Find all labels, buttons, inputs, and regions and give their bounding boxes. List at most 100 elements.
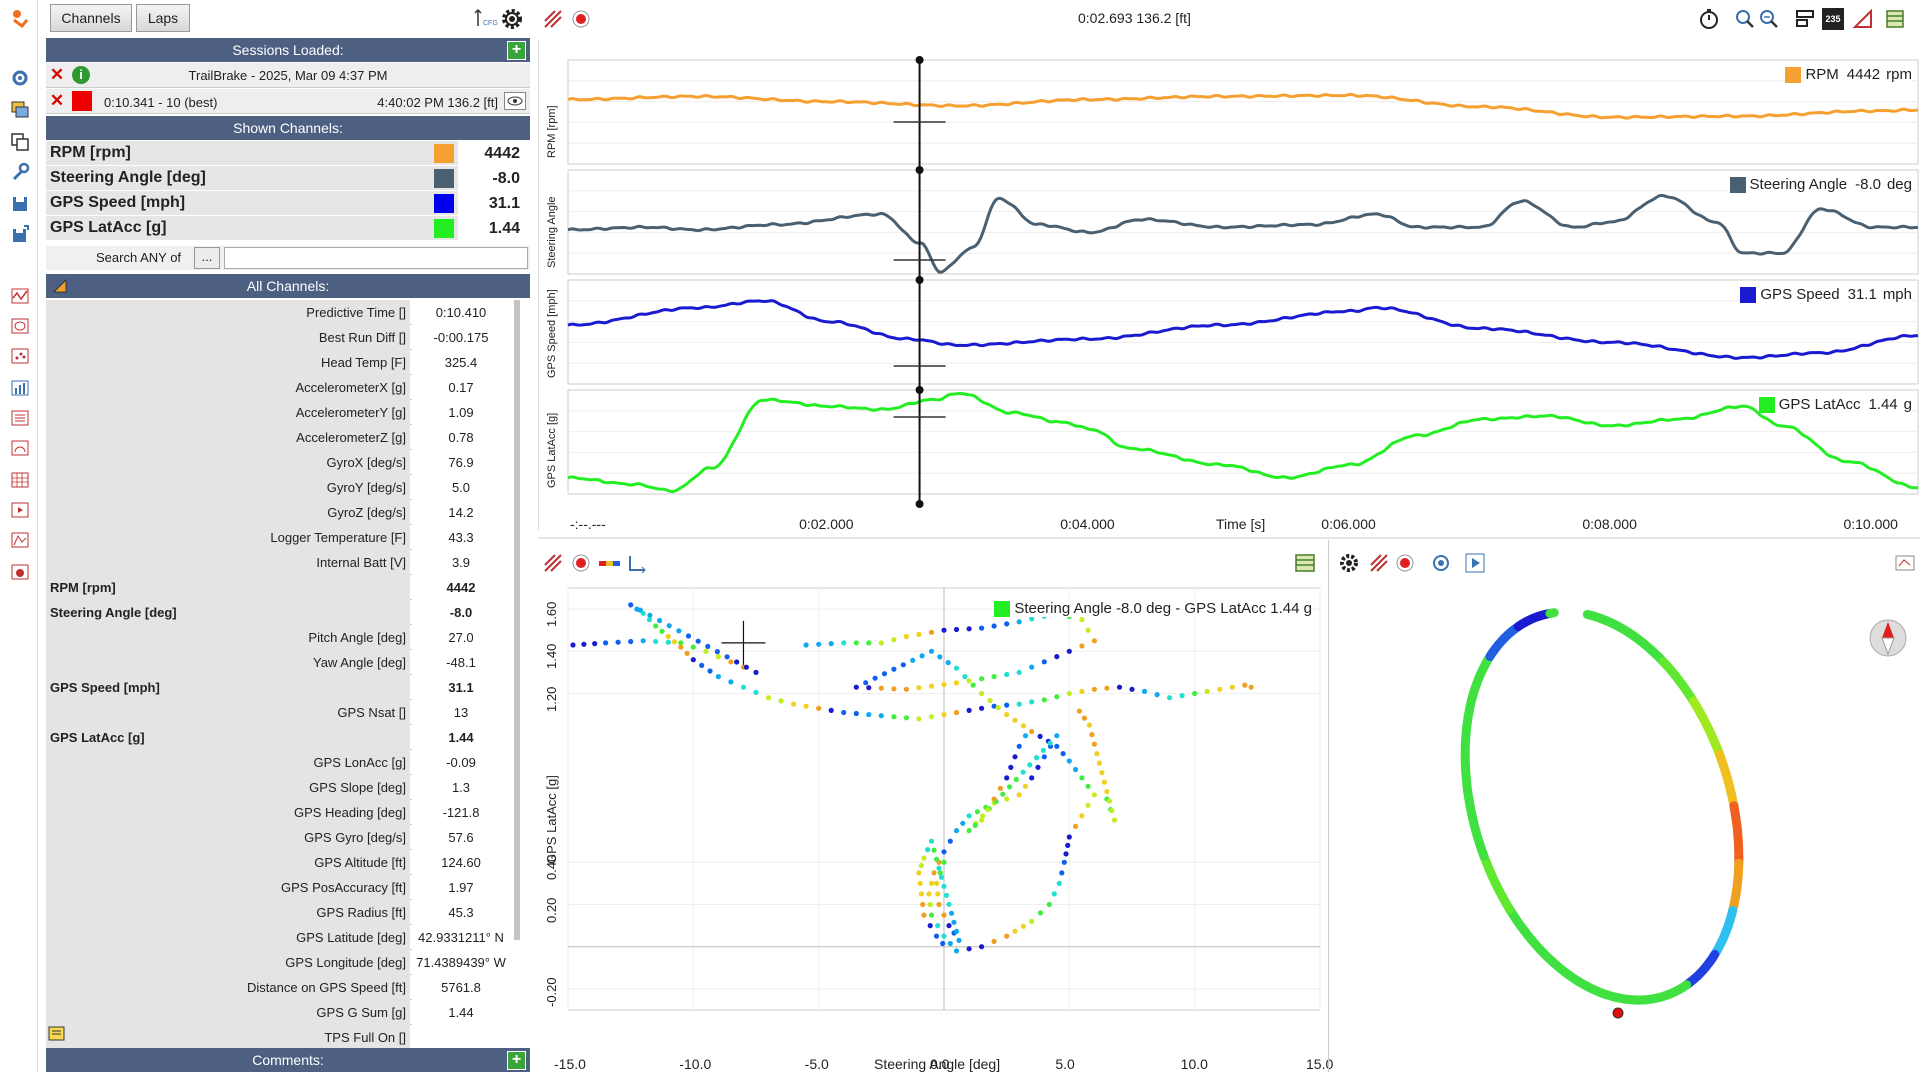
map-gear-icon[interactable] [1338, 552, 1360, 574]
tab-laps[interactable]: Laps [136, 4, 190, 32]
settings-icon[interactable] [10, 68, 30, 88]
all-channel-row[interactable]: GyroY [deg/s] 5.0 [46, 475, 510, 500]
all-channel-row[interactable]: GPS LonAcc [g] -0.09 [46, 750, 510, 775]
all-channel-row[interactable]: RPM [rpm] 4442 [46, 575, 510, 600]
tab-channels[interactable]: Channels [50, 4, 132, 32]
time-panel[interactable] [567, 389, 1919, 495]
time-panel[interactable] [567, 169, 1919, 275]
session-row[interactable]: ✕ i TrailBrake - 2025, Mar 09 4:37 PM [46, 63, 530, 88]
all-channel-row[interactable]: Predictive Time [] 0:10.410 [46, 300, 510, 325]
channel-color-swatch[interactable] [434, 169, 454, 188]
measure-icon-scatter[interactable] [542, 552, 564, 574]
all-channel-row[interactable]: GyroX [deg/s] 76.9 [46, 450, 510, 475]
axes-icon[interactable] [626, 552, 648, 574]
video-icon[interactable] [10, 500, 30, 520]
color-scale-icon[interactable] [598, 552, 620, 574]
all-channel-value: 1.44 [412, 1000, 510, 1025]
layers-icon[interactable] [10, 132, 30, 152]
all-channel-row[interactable]: Steering Angle [deg] -8.0 [46, 600, 510, 625]
list-view-icon[interactable] [1294, 552, 1316, 574]
scatter-point [919, 653, 925, 659]
app-logo-icon[interactable] [10, 8, 30, 28]
map-export-icon[interactable] [1894, 552, 1916, 574]
record-icon[interactable] [10, 562, 30, 582]
all-channel-row[interactable]: GPS G Sum [g] 1.44 [46, 1000, 510, 1025]
all-channel-row[interactable]: Internal Batt [V] 3.9 [46, 550, 510, 575]
histogram-icon[interactable] [10, 530, 30, 550]
shown-channel-row[interactable]: GPS Speed [mph] 31.1 [46, 191, 530, 216]
bar-chart-icon[interactable] [10, 378, 30, 398]
all-channel-row[interactable]: GPS Heading [deg] -121.8 [46, 800, 510, 825]
track-map-icon[interactable] [10, 316, 30, 336]
record-button-scatter[interactable] [570, 552, 592, 574]
channel-color-swatch[interactable] [434, 194, 454, 213]
gear-icon[interactable] [500, 7, 524, 31]
all-channel-row[interactable]: GyroZ [deg/s] 14.2 [46, 500, 510, 525]
scatter-plot-icon[interactable] [10, 346, 30, 366]
wrench-icon[interactable] [10, 162, 30, 182]
lap-color-swatch[interactable] [72, 91, 92, 111]
scatter-point [640, 610, 646, 616]
scrollbar-thumb[interactable] [514, 300, 520, 940]
config-icon[interactable]: CFG [474, 8, 498, 30]
lap-row[interactable]: ✕ 0:10.341 - 10 (best) 4:40:02 PM 136.2 … [46, 89, 530, 114]
all-channel-row[interactable]: Best Run Diff [] -0:00.175 [46, 325, 510, 350]
scatter-point [1016, 669, 1022, 675]
scatter-plot[interactable] [538, 580, 1328, 1072]
compass-icon[interactable] [1869, 619, 1907, 657]
all-channel-row[interactable]: GPS Altitude [ft] 124.60 [46, 850, 510, 875]
all-channel-row[interactable]: GPS Speed [mph] 31.1 [46, 675, 510, 700]
scrollbar[interactable] [514, 300, 520, 940]
windows-icon[interactable] [10, 100, 30, 120]
time-panel[interactable] [567, 59, 1919, 165]
shown-channel-row[interactable]: Steering Angle [deg] -8.0 [46, 166, 530, 191]
shown-channel-row[interactable]: RPM [rpm] 4442 [46, 141, 530, 166]
map-measure-icon[interactable] [1368, 552, 1390, 574]
save-icon[interactable] [10, 194, 30, 214]
all-channel-row[interactable]: TPS Full On [] [46, 1025, 510, 1050]
add-session-button[interactable]: + [507, 41, 526, 60]
channel-color-swatch[interactable] [434, 219, 454, 238]
channel-color-swatch[interactable] [434, 144, 454, 163]
all-channel-row[interactable]: Logger Temperature [F] 43.3 [46, 525, 510, 550]
track-map[interactable] [1328, 580, 1920, 1072]
all-channel-value: 5761.8 [412, 975, 510, 1000]
all-channel-row[interactable]: GPS Radius [ft] 45.3 [46, 900, 510, 925]
time-graph-icon[interactable] [10, 286, 30, 306]
all-channel-row[interactable]: Distance on GPS Speed [ft] 5761.8 [46, 975, 510, 1000]
all-channel-row[interactable]: AccelerometerX [g] 0.17 [46, 375, 510, 400]
all-channel-row[interactable]: AccelerometerY [g] 1.09 [46, 400, 510, 425]
eye-icon[interactable] [504, 92, 526, 110]
all-channel-row[interactable]: AccelerometerZ [g] 0.78 [46, 425, 510, 450]
shown-channel-row[interactable]: GPS LatAcc [g] 1.44 [46, 216, 530, 241]
note-icon[interactable] [48, 1026, 66, 1042]
gauge-icon[interactable] [10, 438, 30, 458]
search-input[interactable] [224, 247, 528, 269]
scatter-point [765, 695, 772, 701]
time-plot[interactable] [538, 0, 1920, 540]
add-comment-button[interactable]: + [507, 1051, 526, 1070]
all-channel-row[interactable]: GPS LatAcc [g] 1.44 [46, 725, 510, 750]
scatter-point [946, 923, 952, 929]
table-icon[interactable] [10, 408, 30, 428]
all-channel-row[interactable]: GPS Latitude [deg] 42.9331211° N [46, 925, 510, 950]
all-channel-row[interactable]: GPS Longitude [deg] 71.4389439° W [46, 950, 510, 975]
time-panel[interactable] [567, 279, 1919, 385]
all-channel-row[interactable]: GPS Nsat [] 13 [46, 700, 510, 725]
map-record-button[interactable] [1394, 552, 1416, 574]
all-channel-row[interactable]: GPS Gyro [deg/s] 57.6 [46, 825, 510, 850]
scatter-point [753, 689, 759, 695]
save-as-icon[interactable] [10, 224, 30, 244]
remove-lap-icon[interactable]: ✕ [48, 92, 66, 110]
sort-icon[interactable] [52, 278, 68, 294]
locate-icon[interactable] [1430, 552, 1452, 574]
search-options-button[interactable]: ... [194, 247, 220, 269]
grid-icon[interactable] [10, 470, 30, 490]
all-channel-row[interactable]: Head Temp [F] 325.4 [46, 350, 510, 375]
all-channel-row[interactable]: Yaw Angle [deg] -48.1 [46, 650, 510, 675]
all-channel-row[interactable]: GPS Slope [deg] 1.3 [46, 775, 510, 800]
play-button[interactable] [1464, 552, 1486, 574]
position-marker[interactable] [1612, 1007, 1624, 1019]
all-channel-row[interactable]: GPS PosAccuracy [ft] 1.97 [46, 875, 510, 900]
all-channel-row[interactable]: Pitch Angle [deg] 27.0 [46, 625, 510, 650]
